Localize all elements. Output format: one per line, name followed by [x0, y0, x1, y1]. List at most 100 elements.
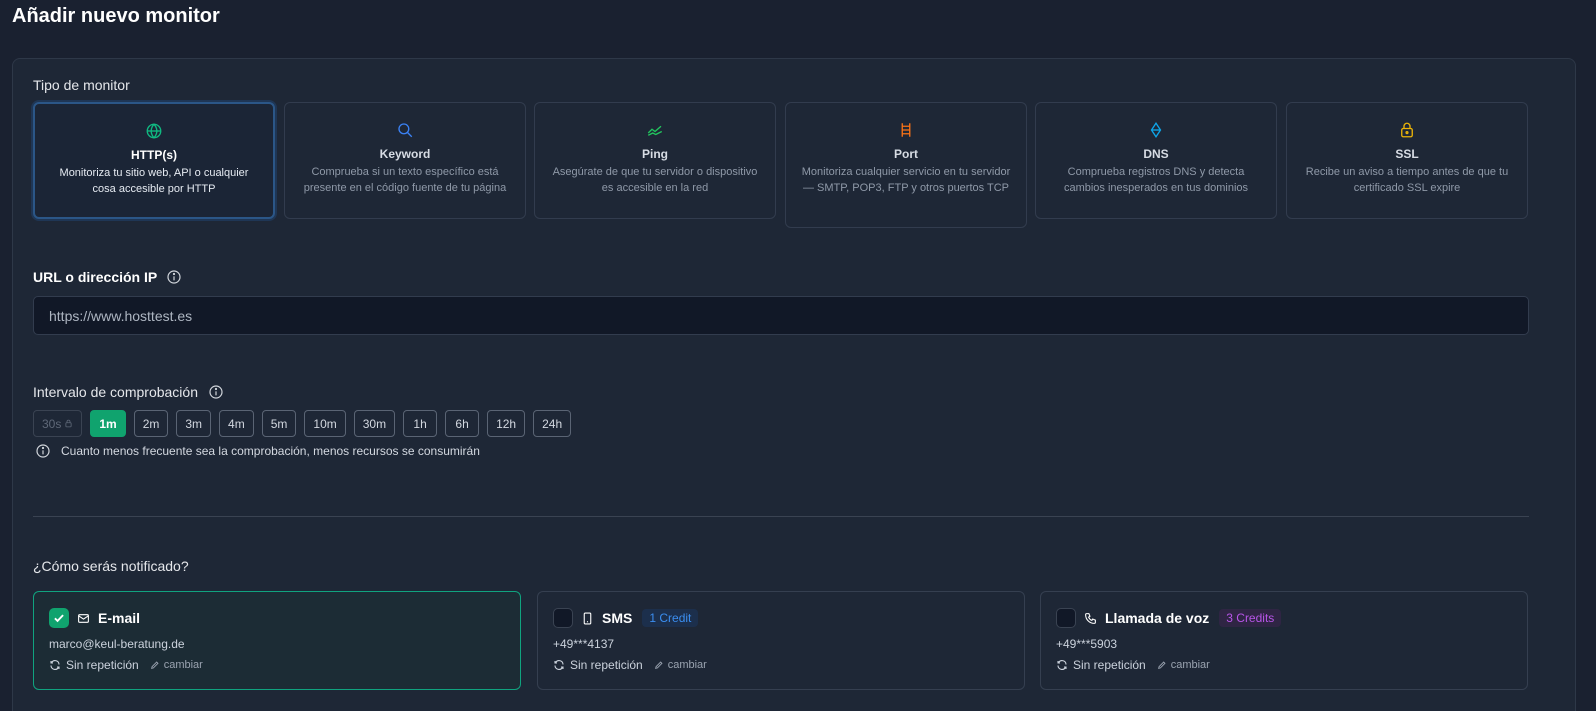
monitor-form-card: Tipo de monitor HTTP(s) Monitoriza tu si… [12, 58, 1576, 711]
info-icon [36, 444, 50, 458]
phone-icon [583, 612, 592, 624]
channel-repeat: Sin repetición cambiar [553, 658, 707, 672]
monitor-type-description: Monitoriza cualquier servicio en tu serv… [801, 166, 1011, 194]
interval-option-label: 30s [42, 416, 62, 431]
monitor-type-http[interactable]: HTTP(s) Monitoriza tu sitio web, API o c… [33, 102, 275, 219]
monitor-type-description: Comprueba si un texto específico está pr… [303, 166, 507, 194]
monitor-type-name: Port [894, 147, 918, 161]
interval-note-text: Cuanto menos frecuente sea la comprobaci… [61, 444, 480, 458]
interval-option-24h[interactable]: 24h [533, 410, 572, 437]
credit-badge: 1 Credit [642, 609, 699, 627]
interval-note: Cuanto menos frecuente sea la comprobaci… [35, 443, 480, 459]
monitor-type-description: Monitoriza tu sitio web, API o cualquier… [59, 167, 249, 195]
interval-options: 30s 1m 2m 3m 4m 5m 10m 30m 1h 6h 12h 24h [33, 410, 572, 437]
interval-option-1h[interactable]: 1h [403, 410, 438, 437]
url-label-row: URL o dirección IP [33, 269, 182, 285]
interval-option-label: 4m [228, 416, 245, 431]
monitor-type-description: Asegúrate de que tu servidor o dispositi… [552, 166, 758, 194]
channel-contact: marco@keul-beratung.de [49, 637, 185, 651]
repeat-text: Sin repetición [66, 658, 139, 672]
call-icon [1085, 612, 1096, 624]
sms-checkbox[interactable] [553, 608, 573, 628]
interval-option-30m[interactable]: 30m [353, 410, 396, 437]
url-label: URL o dirección IP [33, 269, 158, 285]
interval-option-1m[interactable]: 1m [90, 410, 126, 437]
interval-label: Intervalo de comprobación [33, 384, 198, 400]
divider [33, 516, 1529, 517]
url-input[interactable] [33, 296, 1529, 335]
monitor-type-description: Comprueba registros DNS y detecta cambio… [1063, 166, 1249, 194]
interval-option-label: 1h [413, 416, 427, 431]
channel-contact: +49***4137 [553, 637, 615, 651]
channel-header: SMS 1 Credit [553, 608, 699, 628]
channel-header: Llamada de voz 3 Credits [1056, 608, 1282, 628]
channel-contact: +49***5903 [1056, 637, 1118, 651]
notification-label: ¿Cómo serás notificado? [33, 558, 189, 574]
channel-header: E-mail [49, 608, 140, 628]
search-icon [398, 123, 413, 138]
monitor-type-ssl[interactable]: SSL Recibe un aviso a tiempo antes de qu… [1286, 102, 1528, 219]
interval-option-label: 3m [185, 416, 203, 431]
monitor-type-dns[interactable]: DNS Comprueba registros DNS y detecta ca… [1035, 102, 1277, 219]
interval-option-label: 6h [455, 416, 469, 431]
notification-channel-voice[interactable]: Llamada de voz 3 Credits +49***5903 Sin … [1040, 591, 1528, 690]
interval-option-label: 30m [362, 416, 387, 431]
lock-icon [65, 419, 72, 428]
repeat-text: Sin repetición [570, 658, 643, 672]
voice-checkbox[interactable] [1056, 608, 1076, 628]
monitor-type-description: Recibe un aviso a tiempo antes de que tu… [1305, 166, 1509, 194]
port-icon [901, 123, 911, 137]
interval-option-30s[interactable]: 30s [33, 410, 83, 437]
monitor-type-name: DNS [1143, 147, 1169, 161]
change-link[interactable]: cambiar [1157, 659, 1210, 671]
info-icon[interactable] [208, 384, 224, 400]
interval-option-12h[interactable]: 12h [487, 410, 526, 437]
channel-name: SMS [602, 610, 633, 626]
email-checkbox[interactable] [49, 608, 69, 628]
channel-name: E-mail [98, 610, 141, 626]
pencil-icon [654, 661, 663, 669]
ping-icon [647, 125, 663, 136]
interval-option-3m[interactable]: 3m [176, 410, 212, 437]
notification-channel-email[interactable]: E-mail marco@keul-beratung.de Sin repeti… [33, 591, 521, 690]
repeat-text: Sin repetición [1073, 658, 1146, 672]
monitor-type-keyword[interactable]: Keyword Comprueba si un texto específico… [284, 102, 526, 219]
credit-badge: 3 Credits [1219, 609, 1282, 627]
page-title: Añadir nuevo monitor [12, 5, 220, 27]
repeat-icon [1057, 660, 1067, 670]
change-label: cambiar [1170, 659, 1210, 671]
mail-icon [78, 613, 89, 623]
interval-option-label: 1m [99, 416, 117, 431]
pencil-icon [150, 661, 159, 669]
interval-option-10m[interactable]: 10m [304, 410, 346, 437]
dns-icon [1150, 122, 1162, 138]
notification-channel-sms[interactable]: SMS 1 Credit +49***4137 Sin repetición c… [537, 591, 1025, 690]
interval-option-2m[interactable]: 2m [133, 410, 169, 437]
interval-label-row: Intervalo de comprobación [33, 384, 224, 400]
monitor-type-options: HTTP(s) Monitoriza tu sitio web, API o c… [33, 102, 1529, 232]
interval-option-label: 2m [142, 416, 160, 431]
info-icon[interactable] [166, 269, 182, 285]
check-icon [54, 614, 64, 623]
monitor-type-ping[interactable]: Ping Asegúrate de que tu servidor o disp… [534, 102, 776, 219]
monitor-type-name: HTTP(s) [131, 148, 177, 162]
channel-name: Llamada de voz [1105, 610, 1210, 626]
interval-option-label: 5m [270, 416, 288, 431]
change-label: cambiar [667, 659, 707, 671]
change-link[interactable]: cambiar [150, 659, 203, 671]
interval-option-4m[interactable]: 4m [219, 410, 254, 437]
monitor-type-name: Keyword [379, 147, 431, 161]
channel-repeat: Sin repetición cambiar [49, 658, 203, 672]
interval-option-label: 10m [313, 416, 337, 431]
interval-option-5m[interactable]: 5m [261, 410, 297, 437]
change-link[interactable]: cambiar [654, 659, 707, 671]
interval-option-6h[interactable]: 6h [445, 410, 480, 437]
pencil-icon [1157, 661, 1166, 669]
monitor-type-name: SSL [1395, 147, 1419, 161]
interval-option-label: 24h [542, 416, 563, 431]
repeat-icon [554, 660, 564, 670]
globe-icon [146, 123, 162, 139]
channel-repeat: Sin repetición cambiar [1056, 658, 1210, 672]
monitor-type-name: Ping [642, 147, 668, 161]
monitor-type-port[interactable]: Port Monitoriza cualquier servicio en tu… [785, 102, 1027, 228]
